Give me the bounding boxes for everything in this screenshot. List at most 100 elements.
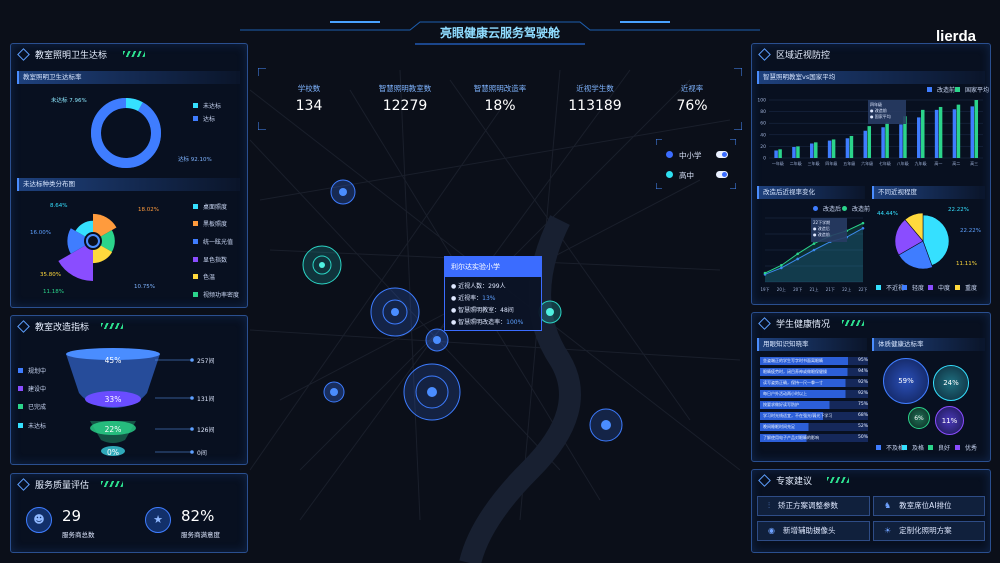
- kpi-value: 113189: [568, 98, 622, 114]
- funnel-label: 0%: [107, 447, 119, 457]
- sub-title-unqual: 未达标种类分布图: [17, 178, 240, 191]
- tooltip-row-label: 智慧照明教室：: [458, 307, 501, 314]
- donut-unqual-label: 未达标 7.96%: [51, 98, 87, 104]
- panel-title: 教室照明卫生达标: [19, 48, 107, 61]
- advice-button-camera[interactable]: ◉ 新增辅助摄像头: [757, 521, 870, 541]
- legend-item: 中度: [928, 283, 950, 292]
- kpi-label: 近视率: [680, 84, 704, 93]
- bar: [845, 138, 850, 158]
- bar: [970, 106, 975, 158]
- legend-item: 优秀: [955, 443, 977, 452]
- x-tick-label: 六年级: [861, 160, 873, 166]
- bar: [899, 124, 903, 158]
- x-tick-label: 21上: [809, 286, 818, 292]
- legend-item: 重度: [955, 283, 977, 292]
- x-tick-label: 20下: [793, 287, 802, 292]
- rose-label: 11.18%: [43, 289, 64, 295]
- camera-icon: ◉: [768, 526, 775, 535]
- legend-item: 规划中: [18, 366, 46, 375]
- advice-button-ai-seating[interactable]: ♞ 教室席位AI排位: [873, 496, 985, 516]
- kpi-label: 智慧照明教室数: [378, 84, 432, 93]
- x-tick-label: 二年级: [790, 160, 802, 166]
- kpi-label: 智慧照明改造率: [473, 84, 527, 93]
- filter-high-label: 高中: [679, 171, 694, 180]
- tooltip-row-value: 299人: [488, 283, 506, 290]
- rose-label: 35.80%: [40, 272, 61, 278]
- knowledge-value: 94%: [857, 369, 868, 374]
- kpi-value: 18%: [484, 98, 516, 114]
- legend-item: 改造前: [927, 85, 955, 94]
- bubble-fail[interactable]: 59%: [883, 358, 929, 404]
- satisfaction-value: 82%: [181, 507, 215, 525]
- bubble-excellent[interactable]: 11%: [935, 406, 964, 435]
- legend-item: 统一眩光值: [193, 237, 233, 246]
- filter-primary-toggle[interactable]: [716, 151, 728, 158]
- x-tick-label: 22下: [858, 287, 867, 292]
- bar: [831, 139, 836, 158]
- bar: [917, 117, 921, 158]
- funnel-leaders: [155, 358, 194, 454]
- bar: [778, 149, 782, 158]
- funnel-label: 33%: [104, 394, 122, 404]
- bar: [934, 109, 939, 158]
- donut-qual-arc: [91, 98, 161, 168]
- legend-item: 轻度: [902, 283, 924, 292]
- x-tick-label: 五年级: [843, 160, 855, 166]
- panel-title: 区域近视防控: [760, 48, 830, 61]
- tooltip-row: ● 智慧照明改造率：100%: [451, 319, 524, 326]
- bubble-pass[interactable]: 24%: [933, 365, 969, 401]
- service-count-value: 29: [62, 507, 82, 525]
- bulb-icon: ☀: [884, 526, 892, 535]
- title-stripes: [827, 477, 849, 483]
- bubble-good[interactable]: 6%: [908, 407, 930, 429]
- data-point: [796, 252, 799, 256]
- button-label: 新增辅助摄像头: [782, 526, 836, 535]
- bar: [774, 150, 778, 158]
- data-point: [861, 221, 865, 225]
- title-stripes: [101, 481, 123, 487]
- legend-item: 已完成: [18, 402, 46, 411]
- pie-label: 22.22%: [948, 207, 969, 213]
- bar: [885, 122, 889, 158]
- sub-title-line: 改造后近视率变化: [757, 186, 865, 199]
- x-tick-label: 20上: [777, 286, 786, 292]
- tooltip-row-label: 近视人数：: [458, 283, 489, 290]
- knowledge-value: 68%: [857, 413, 868, 418]
- seat-icon: ♞: [884, 501, 892, 510]
- x-tick-label: 七年级: [879, 160, 891, 166]
- legend-item: 良好: [928, 443, 950, 452]
- x-tick-label: 高二: [952, 160, 960, 166]
- advice-button-correction[interactable]: ⫶ 矫正方案调整参数: [757, 496, 870, 516]
- legend-item: 不及格: [876, 443, 904, 452]
- advice-button-lighting[interactable]: ☀ 定制化照明方案: [873, 521, 985, 541]
- myopia-degree-pie[interactable]: [892, 210, 954, 272]
- bar: [956, 104, 961, 158]
- sub-title-fitness: 体质健康达标率: [872, 338, 985, 351]
- bar: [810, 143, 814, 158]
- x-tick-label: 22上: [842, 286, 851, 292]
- button-label: 教室席位AI排位: [899, 501, 952, 510]
- bar: [881, 127, 885, 158]
- qual-donut[interactable]: [86, 93, 166, 173]
- unqual-rose-chart[interactable]: [52, 200, 134, 282]
- service-count-label: 服务商总数: [62, 531, 95, 539]
- x-tick-label: 八年级: [897, 160, 909, 166]
- line-tooltip: 22下学期 ● 改造后 ● 改造前: [811, 218, 847, 242]
- legend-item: 色温: [193, 272, 215, 281]
- panel-title: 教室改造指标: [19, 320, 89, 333]
- legend-item: 国家平均: [955, 85, 989, 94]
- knowledge-value: 92%: [857, 380, 868, 385]
- legend-item: 建设中: [18, 384, 46, 393]
- kpi-value: 134: [295, 98, 323, 114]
- rose-label: 8.64%: [50, 203, 68, 209]
- y-tick-label: 80: [760, 109, 766, 115]
- legend-item: 桌面照度: [193, 202, 227, 211]
- legend-item: 显色指数: [193, 255, 227, 264]
- funnel-count: 126间: [197, 427, 215, 434]
- legend-item: 达标: [193, 114, 215, 123]
- bar: [792, 146, 796, 158]
- kpi-value: 12279: [382, 98, 428, 114]
- filter-high-toggle[interactable]: [716, 171, 728, 178]
- dashboard-title: 亮眼健康云服务驾驶舱: [439, 26, 560, 40]
- pie-label: 22.22%: [960, 228, 981, 234]
